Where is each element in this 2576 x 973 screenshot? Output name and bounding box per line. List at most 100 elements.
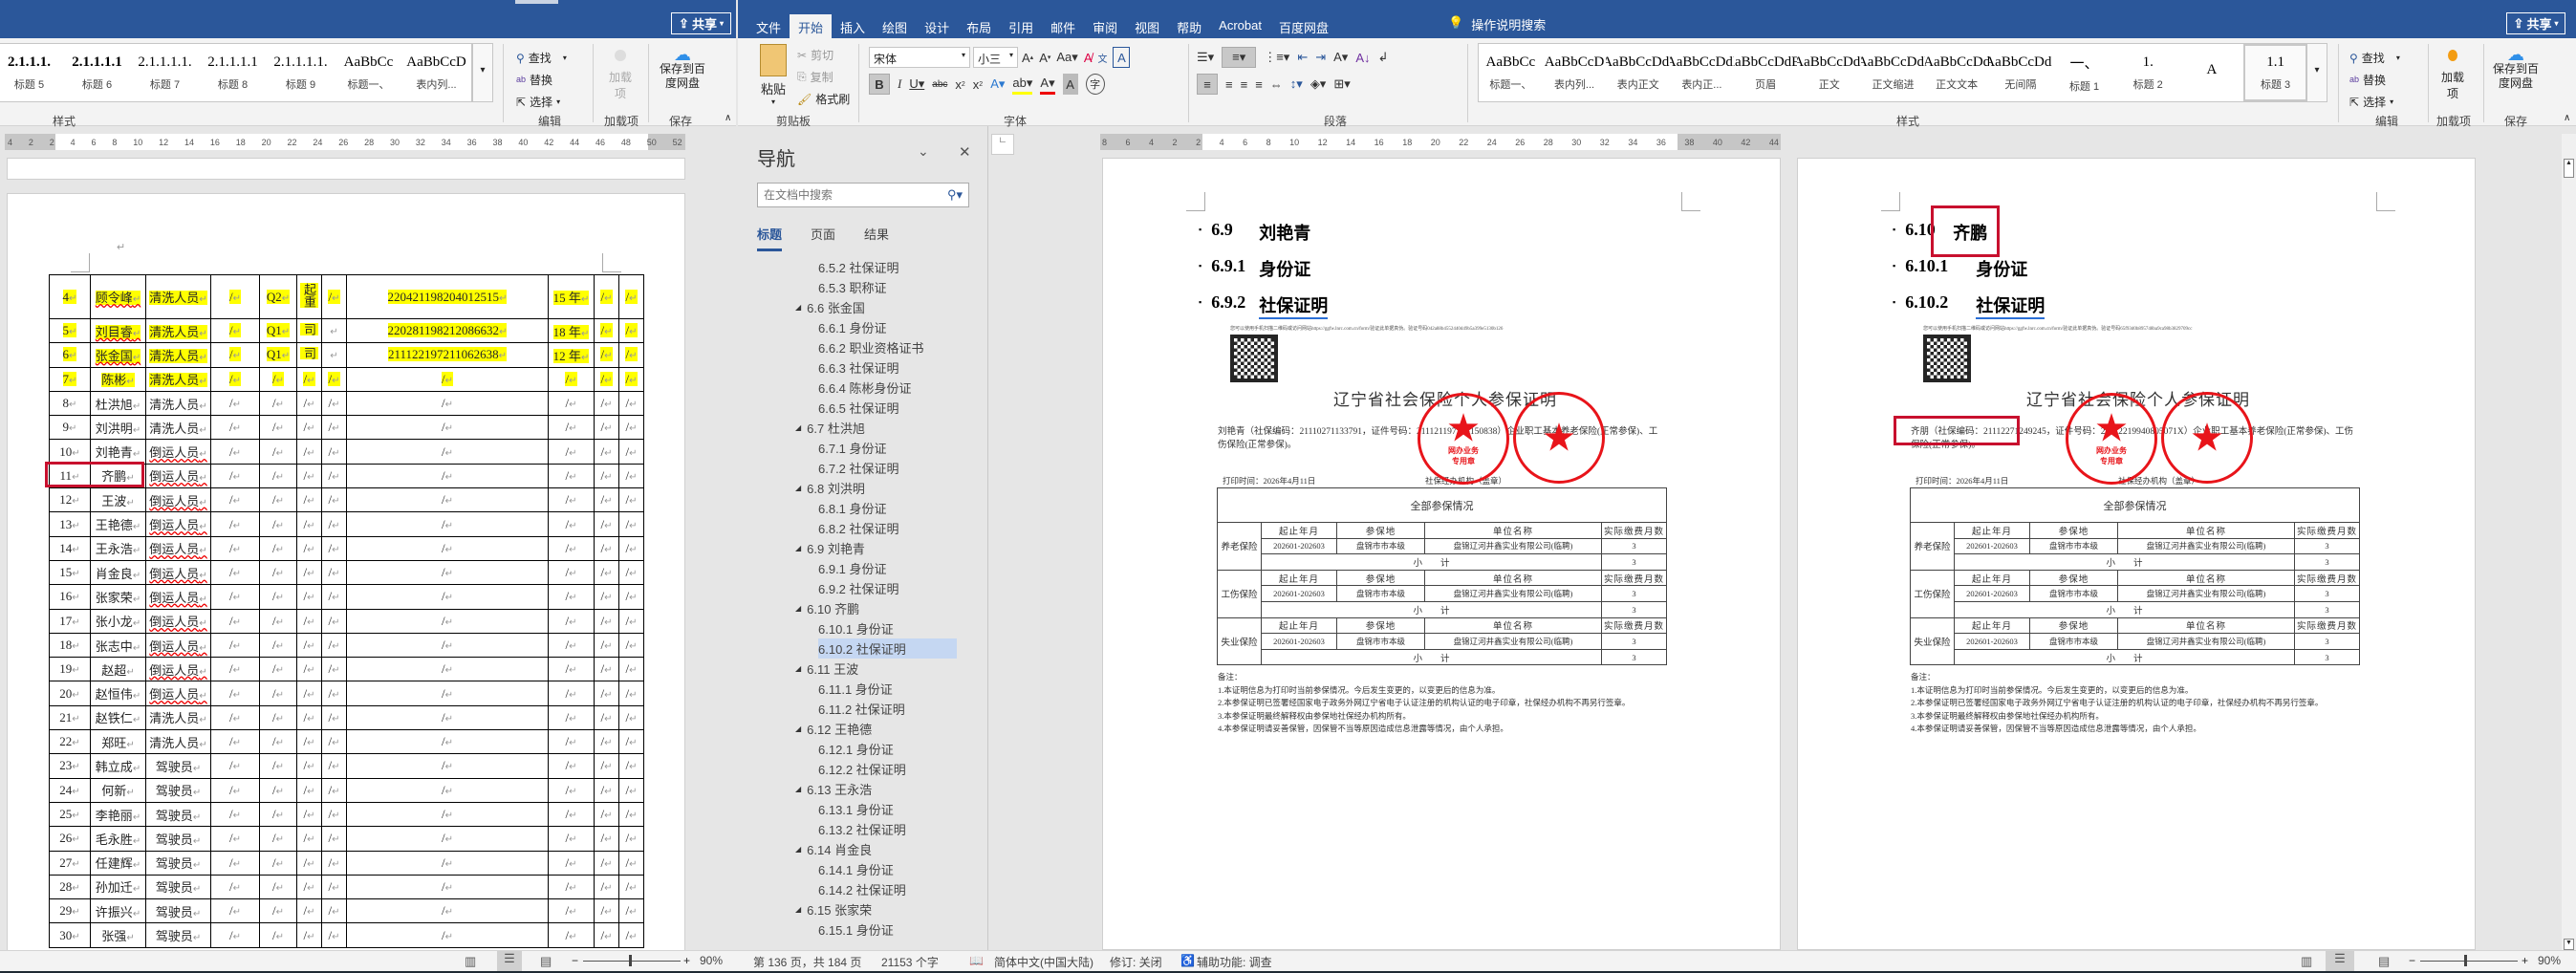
shrink-font-icon[interactable]: A ▾ <box>1039 47 1050 68</box>
italic-icon[interactable]: I <box>898 74 901 95</box>
distributed-icon[interactable]: ⇔ <box>1270 74 1283 95</box>
sort-icon[interactable]: A↓ <box>1355 47 1370 68</box>
word-count[interactable]: 21153 个字 <box>881 954 939 970</box>
track-changes-status[interactable]: 修订: 关闭 <box>1110 954 1162 970</box>
style-item[interactable]: AaBbCcDdEe 页眉 <box>1734 44 1798 101</box>
expand-triangle-icon[interactable]: ◢ <box>795 785 801 793</box>
tab-10[interactable]: 帮助 <box>1168 14 1210 38</box>
tab-12[interactable]: 百度网盘 <box>1270 14 1337 38</box>
paste-button[interactable]: 粘贴 ▾ <box>755 44 791 106</box>
show-marks-icon[interactable]: ↲ <box>1378 47 1389 68</box>
style-item[interactable]: AaBbCcDdI 无间隔 <box>1989 44 2053 101</box>
align-right-icon[interactable]: ≡ <box>1241 74 1248 95</box>
expand-triangle-icon[interactable]: ◢ <box>795 544 801 552</box>
nav-heading-item[interactable]: ◢ 6.12 王艳德 <box>757 719 986 739</box>
read-mode-icon[interactable]: ▥ <box>2301 954 2312 969</box>
nav-heading-item[interactable]: 6.11.1 身份证 <box>757 679 986 699</box>
style-item[interactable]: AaBbCc 标题一、 <box>335 44 402 101</box>
nav-heading-item[interactable]: 6.9.1 身份证 <box>757 558 986 578</box>
highlight-color-icon[interactable]: ab▾ <box>1012 74 1033 95</box>
tab-4[interactable]: 设计 <box>916 14 958 38</box>
justify-icon[interactable]: ≡ <box>1255 74 1263 95</box>
bullets-icon[interactable]: ☰▾ <box>1197 47 1214 68</box>
replace-button[interactable]: ab 替换 <box>2349 72 2386 88</box>
style-item[interactable]: AaBbCcDdI 正文 <box>1797 44 1861 101</box>
nav-heading-item[interactable]: 6.5.3 职称证 <box>757 277 986 297</box>
zoom-slider-thumb[interactable] <box>629 955 632 966</box>
nav-heading-item[interactable]: ◢ 6.15 张家荣 <box>757 899 986 919</box>
nav-heading-item[interactable]: 6.13.2 社保证明 <box>757 819 986 839</box>
tab-5[interactable]: 布局 <box>958 14 1000 38</box>
close-icon[interactable]: ✕ <box>959 143 971 161</box>
strikethrough-icon[interactable]: abc <box>932 74 947 95</box>
style-item[interactable]: 2.1.1.1.1 标题 6 <box>63 44 131 101</box>
text-effects-icon[interactable]: A▾ <box>990 74 1005 95</box>
nav-tab-0[interactable]: 标题 <box>757 225 783 251</box>
collapse-ribbon-button[interactable]: ∧ <box>2564 113 2570 123</box>
nav-heading-item[interactable]: 6.13.1 身份证 <box>757 799 986 819</box>
style-item[interactable]: AaBbCc 标题一、 <box>1479 44 1543 101</box>
copy-button[interactable]: ⎘ 复制 <box>797 69 833 85</box>
nav-heading-item[interactable]: ◢ 6.6 张金国 <box>757 297 986 317</box>
nav-heading-item[interactable]: 6.8.2 社保证明 <box>757 518 986 538</box>
tab-6[interactable]: 引用 <box>1000 14 1042 38</box>
nav-search-input[interactable] <box>764 188 926 202</box>
nav-heading-item[interactable]: ◢ 6.13 王永浩 <box>757 779 986 799</box>
format-painter-button[interactable]: 🖌 格式刷 <box>797 91 850 107</box>
tab-2[interactable]: 插入 <box>832 14 874 38</box>
shading-icon[interactable]: ◈▾ <box>1310 74 1327 95</box>
style-item[interactable]: 2.1.1.1.1. 标题 9 <box>267 44 335 101</box>
zoom-in-button[interactable]: + <box>683 954 690 967</box>
nav-heading-item[interactable]: 6.6.4 陈彬身份证 <box>757 378 986 398</box>
expand-triangle-icon[interactable]: ◢ <box>795 664 801 673</box>
nav-options-chevron-icon[interactable]: ⌄ <box>918 143 929 160</box>
tab-9[interactable]: 视图 <box>1126 14 1168 38</box>
style-item[interactable]: AaBbCcDdI 正文缩进 <box>1861 44 1925 101</box>
expand-triangle-icon[interactable]: ◢ <box>795 724 801 733</box>
nav-heading-item[interactable]: ◢ 6.10 齐鹏 <box>757 598 986 618</box>
addins-button[interactable]: 加载项 <box>2437 50 2468 101</box>
nav-heading-item[interactable]: 6.5.2 社保证明 <box>757 257 986 277</box>
nav-heading-item[interactable]: 6.9.2 社保证明 <box>757 578 986 598</box>
collapse-ribbon-button[interactable]: ∧ <box>725 113 731 123</box>
scroll-up-button[interactable]: ▲ <box>2564 159 2574 178</box>
nav-heading-item[interactable]: 6.7.2 社保证明 <box>757 458 986 478</box>
zoom-in-button[interactable]: + <box>2522 954 2528 967</box>
right-share-button[interactable]: ⇪ 共享 ▾ <box>2506 12 2565 34</box>
expand-triangle-icon[interactable]: ◢ <box>795 423 801 432</box>
nav-heading-item[interactable]: 6.10.2 社保证明 <box>818 638 957 659</box>
zoom-slider[interactable] <box>2420 961 2518 962</box>
nav-search-box[interactable]: ⚲▾ <box>757 183 969 207</box>
left-share-button[interactable]: ⇪ 共享 ▾ <box>671 12 731 34</box>
style-item[interactable]: AaBbCcD 表内列... <box>402 44 470 101</box>
style-item[interactable]: AaBbCcDdI 表内正文 <box>1606 44 1670 101</box>
character-shading-icon[interactable]: A <box>1062 74 1078 95</box>
change-case-icon[interactable]: Aa▾ <box>1056 47 1077 68</box>
nav-tab-2[interactable]: 结果 <box>864 225 889 251</box>
nav-heading-item[interactable]: 6.11.2 社保证明 <box>757 699 986 719</box>
tell-me-search[interactable]: 💡 操作说明搜索 <box>1448 15 1546 33</box>
character-border-icon[interactable]: A <box>1113 47 1131 68</box>
nav-heading-item[interactable]: 6.12.2 社保证明 <box>757 759 986 779</box>
superscript-icon[interactable]: x2 <box>973 74 983 95</box>
left-save-baidu-button[interactable]: ☁ 保存到百度网盘 <box>658 46 707 91</box>
tab-3[interactable]: 绘图 <box>874 14 916 38</box>
style-item[interactable]: 1.1 标题 3 <box>2243 44 2306 101</box>
subscript-icon[interactable]: x2 <box>955 74 964 95</box>
grow-font-icon[interactable]: A ▴ <box>1022 47 1033 68</box>
zoom-slider-thumb[interactable] <box>2464 955 2467 966</box>
nav-heading-item[interactable]: 6.8.1 身份证 <box>757 498 986 518</box>
left-scroll-area[interactable] <box>685 126 736 950</box>
tab-7[interactable]: 邮件 <box>1042 14 1084 38</box>
style-item[interactable]: AaBbCcDd 正文文本 <box>1925 44 1989 101</box>
zoom-out-button[interactable]: − <box>2409 954 2415 967</box>
increase-indent-icon[interactable]: ⇥ <box>1315 47 1326 68</box>
expand-triangle-icon[interactable]: ◢ <box>795 604 801 613</box>
tab-8[interactable]: 审阅 <box>1084 14 1126 38</box>
decrease-indent-icon[interactable]: ⇤ <box>1297 47 1308 68</box>
nav-heading-item[interactable]: 6.7.1 身份证 <box>757 438 986 458</box>
phonetic-guide-icon[interactable]: 文 <box>1097 47 1107 68</box>
expand-triangle-icon[interactable]: ◢ <box>795 845 801 854</box>
tab-selector[interactable]: ∟ <box>991 134 1014 155</box>
underline-icon[interactable]: U▾ <box>909 74 924 95</box>
